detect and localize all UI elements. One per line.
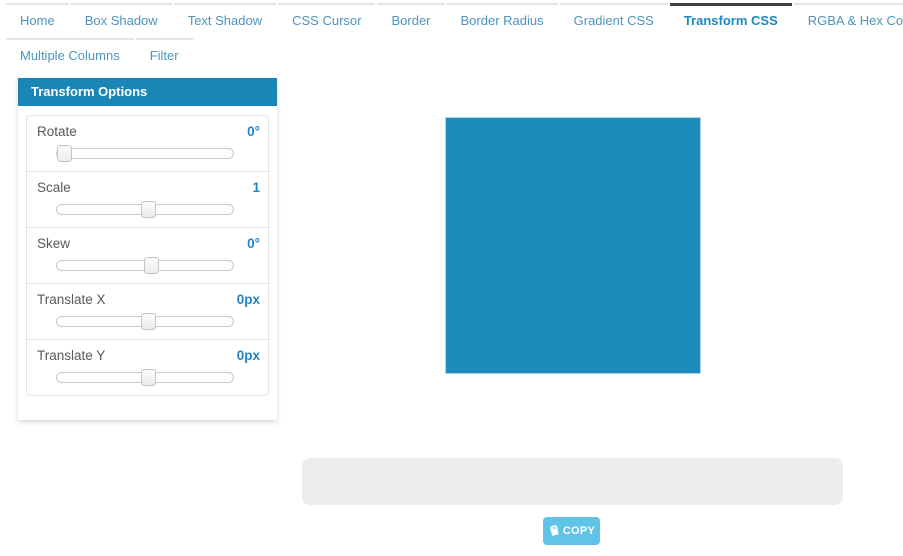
tab-box-shadow[interactable]: Box Shadow	[71, 3, 172, 36]
control-label: Skew	[37, 236, 70, 251]
control-value: 0°	[247, 236, 260, 251]
control-list: Rotate 0° Scale 1 Skew 0° Translate X 0p…	[18, 106, 277, 420]
translate-x-slider-handle[interactable]	[141, 313, 156, 330]
copy-button-label: COPY	[563, 525, 595, 537]
control-label: Translate X	[37, 292, 106, 307]
tab-row-1: HomeBox ShadowText ShadowCSS CursorBorde…	[6, 3, 903, 38]
rotate-control: Rotate 0°	[26, 115, 269, 172]
control-value: 1	[252, 180, 260, 195]
skew-slider-handle[interactable]	[144, 257, 159, 274]
tab-css-cursor[interactable]: CSS Cursor	[278, 3, 375, 36]
scale-slider-track[interactable]	[56, 204, 234, 215]
control-value: 0px	[237, 348, 260, 363]
copy-button[interactable]: COPY	[543, 517, 600, 545]
translate-y-slider-track[interactable]	[56, 372, 234, 383]
page: HomeBox ShadowText ShadowCSS CursorBorde…	[0, 0, 903, 556]
tab-row-2: Multiple ColumnsFilter	[6, 38, 903, 73]
transform-options-panel: Transform Options Rotate 0° Scale 1 Skew…	[18, 78, 277, 420]
translate-x-control: Translate X 0px	[26, 283, 269, 340]
skew-control: Skew 0°	[26, 227, 269, 284]
tab-text-shadow[interactable]: Text Shadow	[174, 3, 276, 36]
clipboard-icon	[548, 525, 559, 537]
scale-control: Scale 1	[26, 171, 269, 228]
translate-y-slider-handle[interactable]	[141, 369, 156, 386]
control-label: Scale	[37, 180, 71, 195]
tab-filter[interactable]: Filter	[136, 38, 193, 71]
control-value: 0°	[247, 124, 260, 139]
rotate-slider-track[interactable]	[56, 148, 234, 159]
tab-home[interactable]: Home	[6, 3, 69, 36]
tab-border-radius[interactable]: Border Radius	[447, 3, 558, 36]
rotate-slider-handle[interactable]	[57, 145, 72, 162]
css-output-textarea[interactable]	[302, 458, 843, 505]
tab-bar: HomeBox ShadowText ShadowCSS CursorBorde…	[0, 0, 903, 73]
control-label: Rotate	[37, 124, 77, 139]
translate-y-control: Translate Y 0px	[26, 339, 269, 396]
tab-rgba-hex-color[interactable]: RGBA & Hex Color	[794, 3, 903, 36]
translate-x-slider-track[interactable]	[56, 316, 234, 327]
skew-slider-track[interactable]	[56, 260, 234, 271]
preview-box	[445, 117, 701, 374]
panel-title: Transform Options	[18, 78, 277, 106]
tab-multiple-columns[interactable]: Multiple Columns	[6, 38, 134, 71]
control-label: Translate Y	[37, 348, 105, 363]
tab-border[interactable]: Border	[377, 3, 444, 36]
tab-transform-css[interactable]: Transform CSS	[670, 3, 792, 36]
tab-gradient-css[interactable]: Gradient CSS	[560, 3, 668, 36]
control-value: 0px	[237, 292, 260, 307]
scale-slider-handle[interactable]	[141, 201, 156, 218]
